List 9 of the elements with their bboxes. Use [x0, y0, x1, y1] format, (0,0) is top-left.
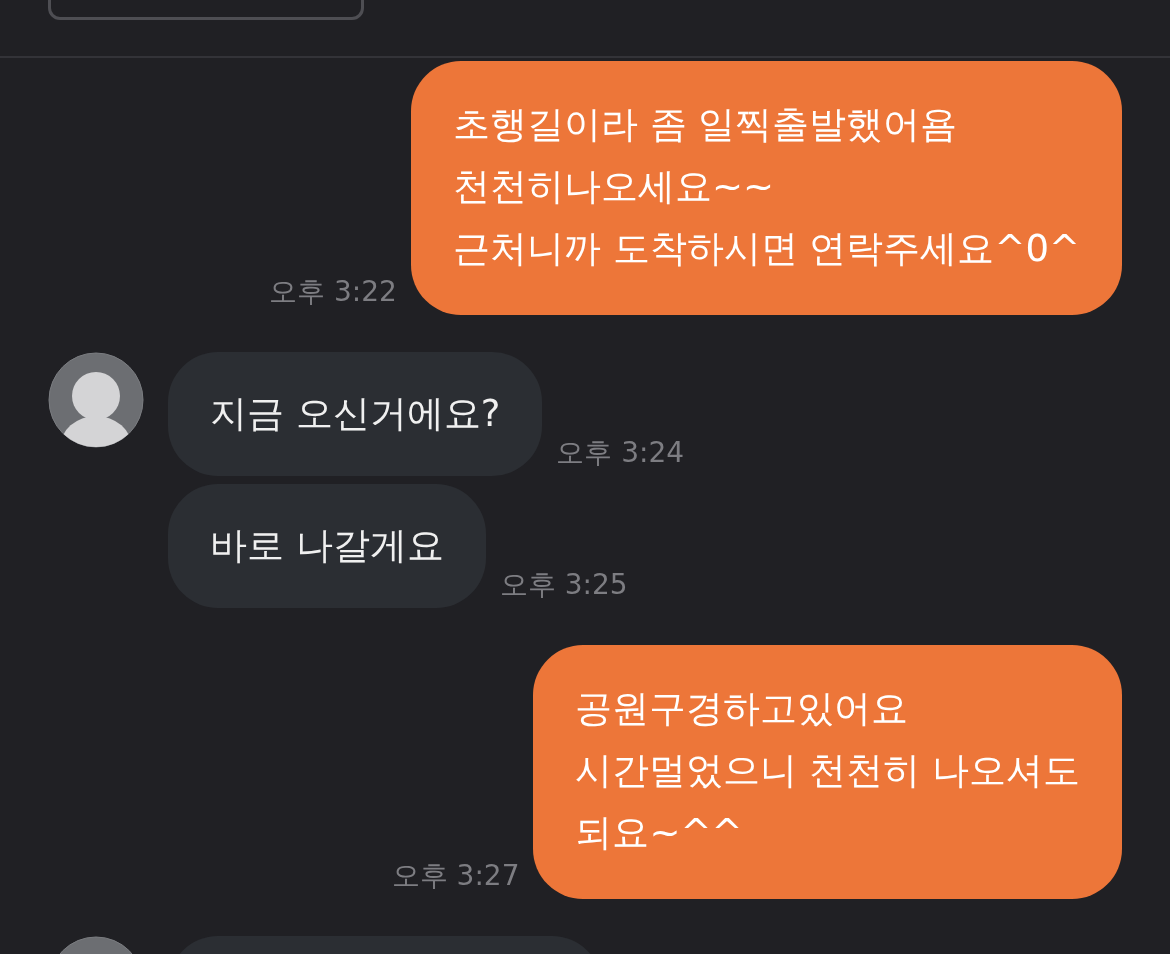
message-bubble: 바로 나갈게요	[168, 484, 486, 608]
message-time: 오후 3:24	[556, 436, 685, 470]
message-bubble: 지금 오신거에요?	[168, 352, 543, 476]
avatar-icon[interactable]	[48, 352, 144, 448]
message-time: 오후 3:25	[499, 568, 628, 602]
message-time: 오후 3:27	[391, 859, 520, 893]
message-time: 오후 3:22	[269, 275, 397, 309]
message-bubble: 초행길이라 좀 일찍출발했어욤 천천히나오세요~~ 근처니까 도착하시면 연락주세요^0^	[410, 61, 1122, 315]
message-bubble: 공원구경하고있어요 시간멀었으니 천천히 나오셔도 되요~^^	[533, 645, 1122, 899]
